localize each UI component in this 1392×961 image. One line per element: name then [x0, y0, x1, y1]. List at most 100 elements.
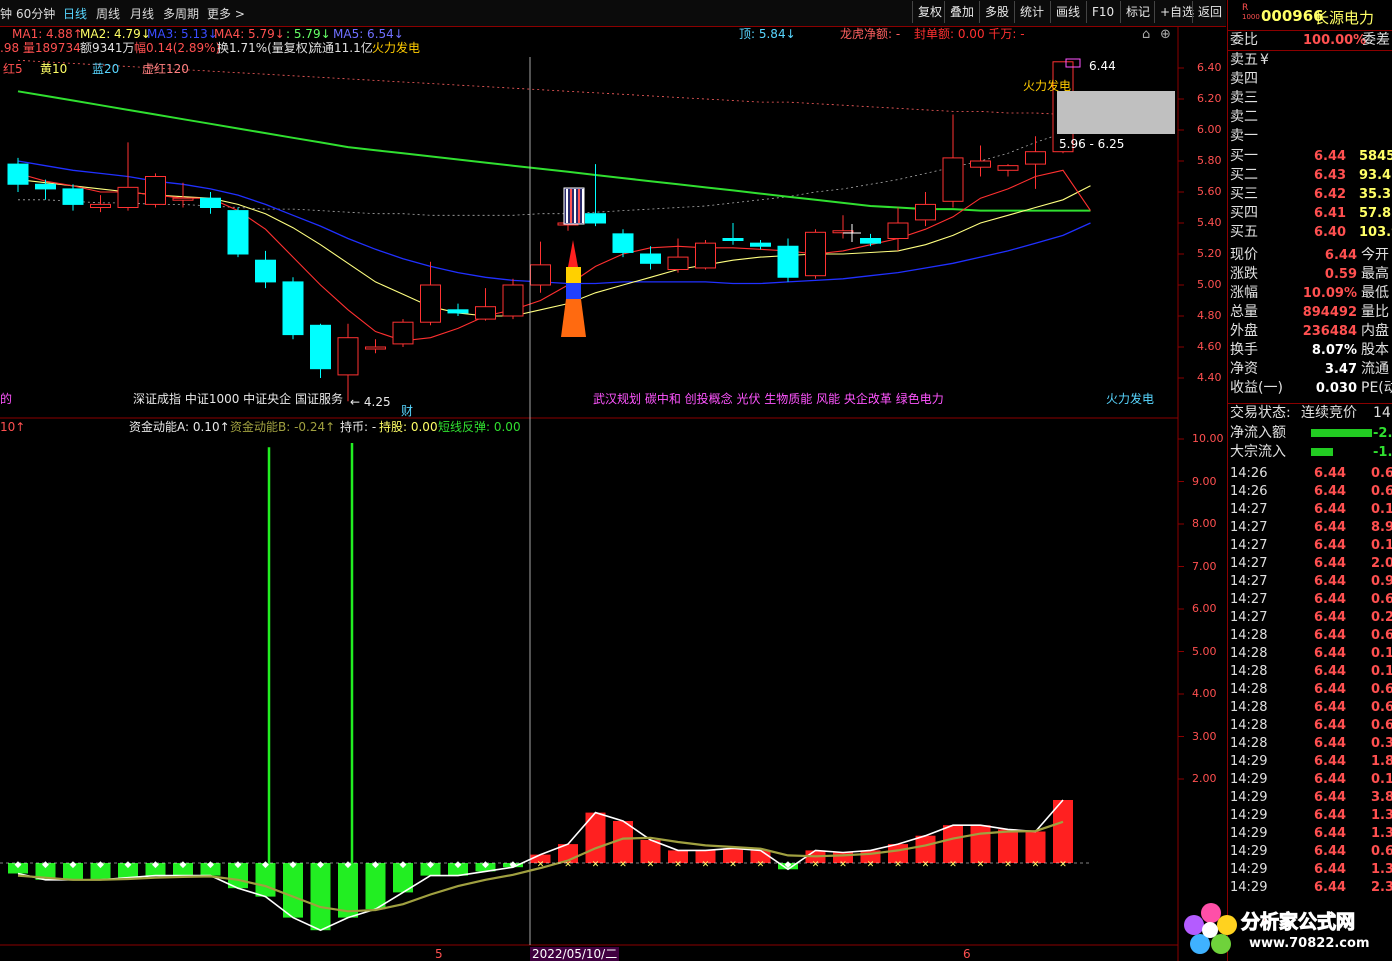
rocket-icon	[568, 240, 578, 267]
toolbar-button-6[interactable]: 标记	[1120, 1, 1155, 23]
toolbar-button-4[interactable]: 画线	[1050, 1, 1085, 23]
tick-row: 14:27 6.44 0.1	[1230, 538, 1392, 553]
indicator-marker: ✕	[619, 860, 627, 870]
indicator-marker: ✕	[1059, 860, 1067, 870]
indicator-marker: ◆	[427, 860, 434, 870]
finance-marker[interactable]: 财	[401, 404, 413, 418]
date-axis-right: 6	[963, 947, 971, 961]
indicator-bar	[1025, 831, 1046, 863]
period-tab-4[interactable]: 月线	[130, 5, 154, 22]
indicator-tick: 2.00	[1192, 772, 1217, 785]
buy-level-1[interactable]: 买一 6.44 5845	[1228, 147, 1392, 166]
restore-icon[interactable]: ⌂	[1142, 28, 1150, 42]
price-tick: 4.80	[1197, 309, 1222, 322]
quote-row: 总量 894492 量比	[1230, 304, 1389, 320]
price-tick: 5.80	[1197, 154, 1222, 167]
ma1-label: MA1: 4.88↑	[12, 27, 83, 41]
candle-body	[997, 165, 1019, 171]
candle-body	[447, 309, 469, 314]
candle-body	[502, 284, 524, 317]
tick-row: 14:27 6.44 0.2	[1230, 610, 1392, 625]
indicator-tick: 10.00	[1192, 432, 1224, 445]
indicator-marker: ◆	[290, 860, 297, 870]
indicator-left-value: 10↑	[0, 420, 26, 434]
tick-row: 14:27 6.44 0.9	[1230, 574, 1392, 589]
kline-chart-canvas[interactable]: ◆ ◆ ◆ ◆ ◆ ◆ ◆ ◆ ◆ ◆ ◆ ◆ ◆ ◆ ◆ ◆ ◆ ◆ ◆ ✕ ✕ ✕ ✕ ✕ ✕ ✕ ✕ ✕ ◆ ✕ ✕ ✕ ✕ ✕ ✕ ✕ ✕ ✕ ✕	[0, 27, 1226, 961]
seal-amount-label: 封单额: 0.00 千万: -	[914, 27, 1025, 41]
rocket-icon	[566, 267, 581, 283]
period-tab-3[interactable]: 周线	[96, 5, 120, 22]
period-tab-5[interactable]: 多周期	[163, 5, 199, 22]
candle-body	[667, 256, 689, 271]
tick-row: 14:27 6.44 8.9	[1230, 520, 1392, 535]
volume-info: .98 量189734	[0, 41, 81, 55]
indicator-marker: ✕	[1004, 860, 1012, 870]
candle-body	[887, 222, 909, 239]
indicator-marker: ◆	[15, 860, 22, 870]
legend-virtual-red: 虚红120	[142, 62, 189, 76]
tick-row: 14:27 6.44 2.0	[1230, 556, 1392, 571]
indicator-tick: 6.00	[1192, 602, 1217, 615]
indicator-marker: ✕	[922, 860, 930, 870]
watermark-logo: 分析家公式网 www.70822.com	[1181, 899, 1392, 961]
ma2-label: MA2: 4.79↓	[80, 27, 151, 41]
toolbar-button-0[interactable]: 复权	[912, 1, 947, 23]
concept-tags: 武汉规划 碳中和 创投概念 光伏 生物质能 风能 央企改革 绿色电力	[593, 392, 944, 406]
candle-body	[722, 238, 744, 241]
buy-level-2[interactable]: 买二 6.43 93.4	[1228, 166, 1392, 185]
buy-level-3[interactable]: 买三 6.42 35.3	[1228, 185, 1392, 204]
tick-row: 14:28 6.44 0.1	[1230, 664, 1392, 679]
indicator-marker: ✕	[729, 860, 737, 870]
indicator-marker: ◆	[372, 860, 379, 870]
date-axis-left: 5	[435, 947, 443, 961]
striped-marker-icon	[570, 189, 572, 223]
watermark-text: 分析家公式网	[1240, 911, 1356, 934]
period-tab-0[interactable]: 钟	[0, 5, 12, 22]
price-tick: 6.40	[1197, 61, 1222, 74]
period-tab-1[interactable]: 60分钟	[16, 5, 55, 22]
toolbar-button-3[interactable]: 统计	[1014, 1, 1049, 23]
indicator-marker: ◆	[455, 860, 462, 870]
concept-info: 火力发电	[372, 41, 421, 55]
toolbar-button-2[interactable]: 多股	[979, 1, 1014, 23]
indicator-bar	[970, 825, 991, 863]
toolbar-button-8[interactable]: 返回	[1192, 1, 1227, 23]
ma60-line	[17, 90, 1091, 212]
sell-level-2[interactable]: 卖二	[1228, 108, 1392, 127]
sell-level-4[interactable]: 卖四	[1228, 70, 1392, 89]
candle-body	[832, 230, 854, 234]
quote-row: 现价 6.44 今开	[1230, 247, 1389, 263]
indicator-marker: ◆	[125, 860, 132, 870]
candle-body	[970, 160, 991, 168]
indicator-marker: ✕	[674, 860, 682, 870]
tick-row: 14:28 6.44 0.1	[1230, 646, 1392, 661]
price-tick: 5.60	[1197, 185, 1222, 198]
period-tab-6[interactable]: 更多 >	[207, 5, 245, 22]
quote-row: 换手 8.07% 股本	[1230, 342, 1389, 358]
sell-level-1[interactable]: 卖一	[1228, 127, 1392, 146]
indicator-marker: ◆	[235, 860, 242, 870]
striped-marker-icon	[566, 189, 568, 223]
toolbar-button-1[interactable]: 叠加	[944, 1, 979, 23]
buy-level-4[interactable]: 买四 6.41 57.8	[1228, 204, 1392, 223]
index-tags: 深证成指 中证1000 中证央企 国证服务	[133, 392, 343, 406]
buy-level-5[interactable]: 买五6.40103.9	[1228, 223, 1392, 242]
indicator-tick: 5.00	[1192, 644, 1217, 658]
chart-area[interactable]: ◆ ◆ ◆ ◆ ◆ ◆ ◆ ◆ ◆ ◆ ◆ ◆ ◆ ◆ ◆ ◆ ◆ ◆ ◆ ✕ ✕ ✕ ✕ ✕ ✕ ✕ ✕ ✕ ◆ ✕ ✕ ✕ ✕ ✕ ✕ ✕ ✕ ✕ ✕ …	[0, 27, 1226, 961]
ma5-prefix: : 5.79↓	[286, 27, 331, 41]
toolbar-button-5[interactable]: F10	[1086, 1, 1119, 23]
indicator-marker: ◆	[510, 860, 517, 870]
sell-level-5[interactable]: 卖五 ¥	[1228, 51, 1392, 70]
indicator-marker: ✕	[702, 860, 710, 870]
ma20-line	[17, 160, 1091, 285]
indicator-tick: 4.00	[1192, 687, 1217, 700]
legend-red: 红5	[3, 62, 23, 76]
tick-row: 14:28 6.44 0.3	[1230, 736, 1392, 751]
quote-row: 净资 3.47 流通	[1230, 361, 1389, 377]
indicator-marker: ✕	[757, 860, 765, 870]
sell-level-3[interactable]: 卖三	[1228, 89, 1392, 108]
expand-icon[interactable]: ⊕	[1160, 28, 1171, 42]
flow-bar	[1311, 448, 1333, 456]
period-tab-2[interactable]: 日线	[63, 5, 87, 22]
tick-row: 14:28 6.44 0.6	[1230, 628, 1392, 643]
